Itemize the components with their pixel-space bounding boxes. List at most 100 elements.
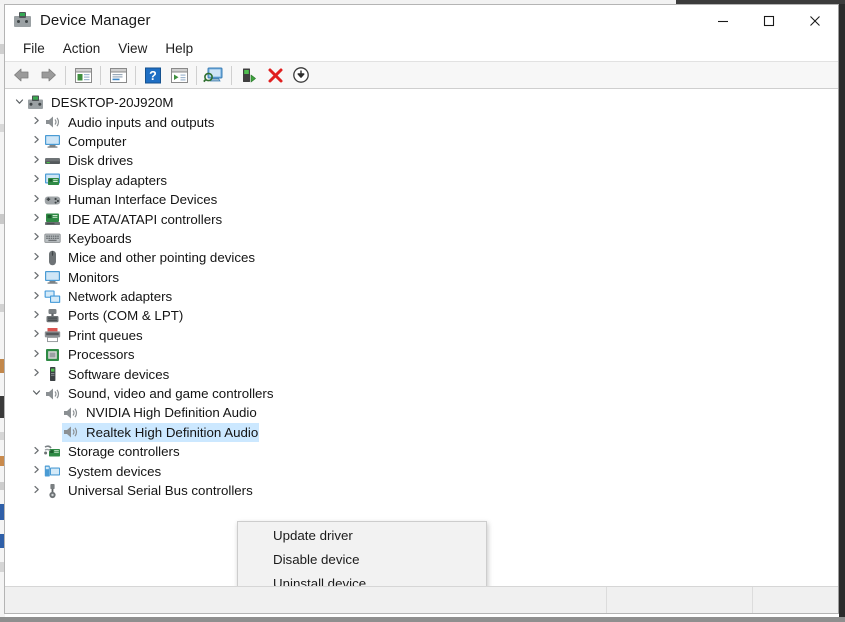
- speaker-icon: [44, 114, 61, 130]
- status-pane-3: [753, 587, 838, 613]
- show-tree-view-icon: [74, 67, 93, 84]
- twisty-collapsed-icon[interactable]: [28, 155, 44, 167]
- computer-node-icon: [27, 95, 44, 111]
- tree-row-human-interface-devices[interactable]: Human Interface Devices: [5, 190, 838, 209]
- speaker-icon: [62, 405, 79, 421]
- tree-row-label: Human Interface Devices: [68, 192, 223, 207]
- tree-row-label: IDE ATA/ATAPI controllers: [68, 212, 228, 227]
- maximize-button[interactable]: [746, 5, 792, 36]
- twisty-collapsed-icon[interactable]: [28, 194, 44, 206]
- help-icon: ?: [144, 67, 162, 84]
- twisty-collapsed-icon[interactable]: [28, 446, 44, 458]
- printer-icon: [44, 327, 61, 343]
- toolbar-separator-5: [231, 66, 232, 85]
- gamepad-icon: [44, 192, 61, 208]
- tree-row-audio-inputs-and-outputs[interactable]: Audio inputs and outputs: [5, 112, 838, 131]
- tree-row-universal-serial-bus-controllers[interactable]: Universal Serial Bus controllers: [5, 481, 838, 500]
- context-menu-item-update-driver[interactable]: Update driver: [238, 524, 486, 548]
- speaker-icon: [62, 424, 79, 440]
- toolbar-separator-2: [100, 66, 101, 85]
- tree-row-print-queues[interactable]: Print queues: [5, 326, 838, 345]
- toolbar-separator-1: [65, 66, 66, 85]
- tree-row-network-adapters[interactable]: Network adapters: [5, 287, 838, 306]
- menubar: File Action View Help: [5, 36, 838, 61]
- show-hidden-devices-button[interactable]: [166, 63, 192, 88]
- menu-item-help[interactable]: Help: [156, 39, 202, 58]
- scan-for-hardware-changes-button[interactable]: [201, 63, 227, 88]
- tree-row-storage-controllers[interactable]: Storage controllers: [5, 442, 838, 461]
- context-menu-item-uninstall-device[interactable]: Uninstall device: [238, 572, 486, 586]
- twisty-collapsed-icon[interactable]: [28, 485, 44, 497]
- twisty-expanded-icon[interactable]: [28, 388, 44, 400]
- context-menu[interactable]: Update driver Disable device Uninstall d…: [237, 521, 487, 586]
- back-arrow-icon: [12, 66, 32, 84]
- twisty-collapsed-icon[interactable]: [28, 116, 44, 128]
- uninstall-device-button[interactable]: [262, 63, 288, 88]
- tree-row-ide-ata-atapi-controllers[interactable]: IDE ATA/ATAPI controllers: [5, 209, 838, 228]
- minimize-button[interactable]: [700, 5, 746, 36]
- statusbar: [5, 586, 838, 613]
- display-adapter-icon: [44, 172, 61, 188]
- desktop-background-bottom: [0, 617, 845, 622]
- tree-row-computer-root[interactable]: DESKTOP-20J920M: [5, 93, 838, 112]
- close-button[interactable]: [792, 5, 838, 36]
- disable-device-button[interactable]: [288, 63, 314, 88]
- background-window-menu-ghost: -- --- ----: [42, 0, 147, 3]
- twisty-collapsed-icon[interactable]: [28, 465, 44, 477]
- tree-row-monitors[interactable]: Monitors: [5, 268, 838, 287]
- update-driver-button[interactable]: [236, 63, 262, 88]
- disk-drive-icon: [44, 153, 61, 169]
- twisty-collapsed-icon[interactable]: [28, 310, 44, 322]
- twisty-collapsed-icon[interactable]: [28, 349, 44, 361]
- device-tree-pane[interactable]: DESKTOP-20J920M: [5, 89, 838, 586]
- tree-row-realtek-high-definition-audio[interactable]: Realtek High Definition Audio: [5, 423, 838, 442]
- tree-row-disk-drives[interactable]: Disk drives: [5, 151, 838, 170]
- tree-row-mice-and-other-pointing-devices[interactable]: Mice and other pointing devices: [5, 248, 838, 267]
- tree-row-software-devices[interactable]: Software devices: [5, 364, 838, 383]
- tree-row-label: Mice and other pointing devices: [68, 250, 261, 265]
- tree-row-display-adapters[interactable]: Display adapters: [5, 171, 838, 190]
- tree-row-label: Monitors: [68, 270, 125, 285]
- svg-text:?: ?: [149, 69, 157, 83]
- twisty-expanded-icon[interactable]: [11, 97, 27, 109]
- twisty-collapsed-icon[interactable]: [28, 291, 44, 303]
- tree-row-label: Realtek High Definition Audio: [86, 425, 264, 440]
- tree-row-label: Processors: [68, 347, 141, 362]
- forward-button[interactable]: [35, 63, 61, 88]
- twisty-collapsed-icon[interactable]: [28, 368, 44, 380]
- back-button[interactable]: [9, 63, 35, 88]
- tree-row-label: Keyboards: [68, 231, 138, 246]
- titlebar[interactable]: Device Manager: [5, 5, 838, 36]
- tree-row-processors[interactable]: Processors: [5, 345, 838, 364]
- software-device-icon: [44, 366, 61, 382]
- speaker-icon: [44, 386, 61, 402]
- twisty-collapsed-icon[interactable]: [28, 232, 44, 244]
- tree-row-label: Display adapters: [68, 173, 173, 188]
- tree-row-system-devices[interactable]: System devices: [5, 461, 838, 480]
- tree-row-label: Network adapters: [68, 289, 178, 304]
- twisty-collapsed-icon[interactable]: [28, 252, 44, 264]
- tree-row-label: NVIDIA High Definition Audio: [86, 405, 263, 420]
- tree-row-nvidia-high-definition-audio[interactable]: NVIDIA High Definition Audio: [5, 403, 838, 422]
- scan-hardware-icon: [203, 66, 225, 84]
- tree-row-sound-video-and-game-controllers[interactable]: Sound, video and game controllers: [5, 384, 838, 403]
- tree-row-computer[interactable]: Computer: [5, 132, 838, 151]
- twisty-collapsed-icon[interactable]: [28, 213, 44, 225]
- properties-button[interactable]: [105, 63, 131, 88]
- twisty-collapsed-icon[interactable]: [28, 271, 44, 283]
- menu-item-action[interactable]: Action: [54, 39, 110, 58]
- menu-item-view[interactable]: View: [109, 39, 156, 58]
- twisty-collapsed-icon[interactable]: [28, 329, 44, 341]
- desktop-background-right: [839, 4, 845, 618]
- down-circle-icon: [292, 66, 310, 84]
- help-button[interactable]: ?: [140, 63, 166, 88]
- context-menu-item-disable-device[interactable]: Disable device: [238, 548, 486, 572]
- twisty-collapsed-icon[interactable]: [28, 135, 44, 147]
- device-manager-window: Device Manager: [4, 4, 839, 614]
- tree-row-label: Universal Serial Bus controllers: [68, 483, 259, 498]
- twisty-collapsed-icon[interactable]: [28, 174, 44, 186]
- tree-row-ports-com-and-lpt[interactable]: Ports (COM & LPT): [5, 306, 838, 325]
- tree-row-keyboards[interactable]: Keyboards: [5, 229, 838, 248]
- menu-item-file[interactable]: File: [14, 39, 54, 58]
- show-tree-view-button[interactable]: [70, 63, 96, 88]
